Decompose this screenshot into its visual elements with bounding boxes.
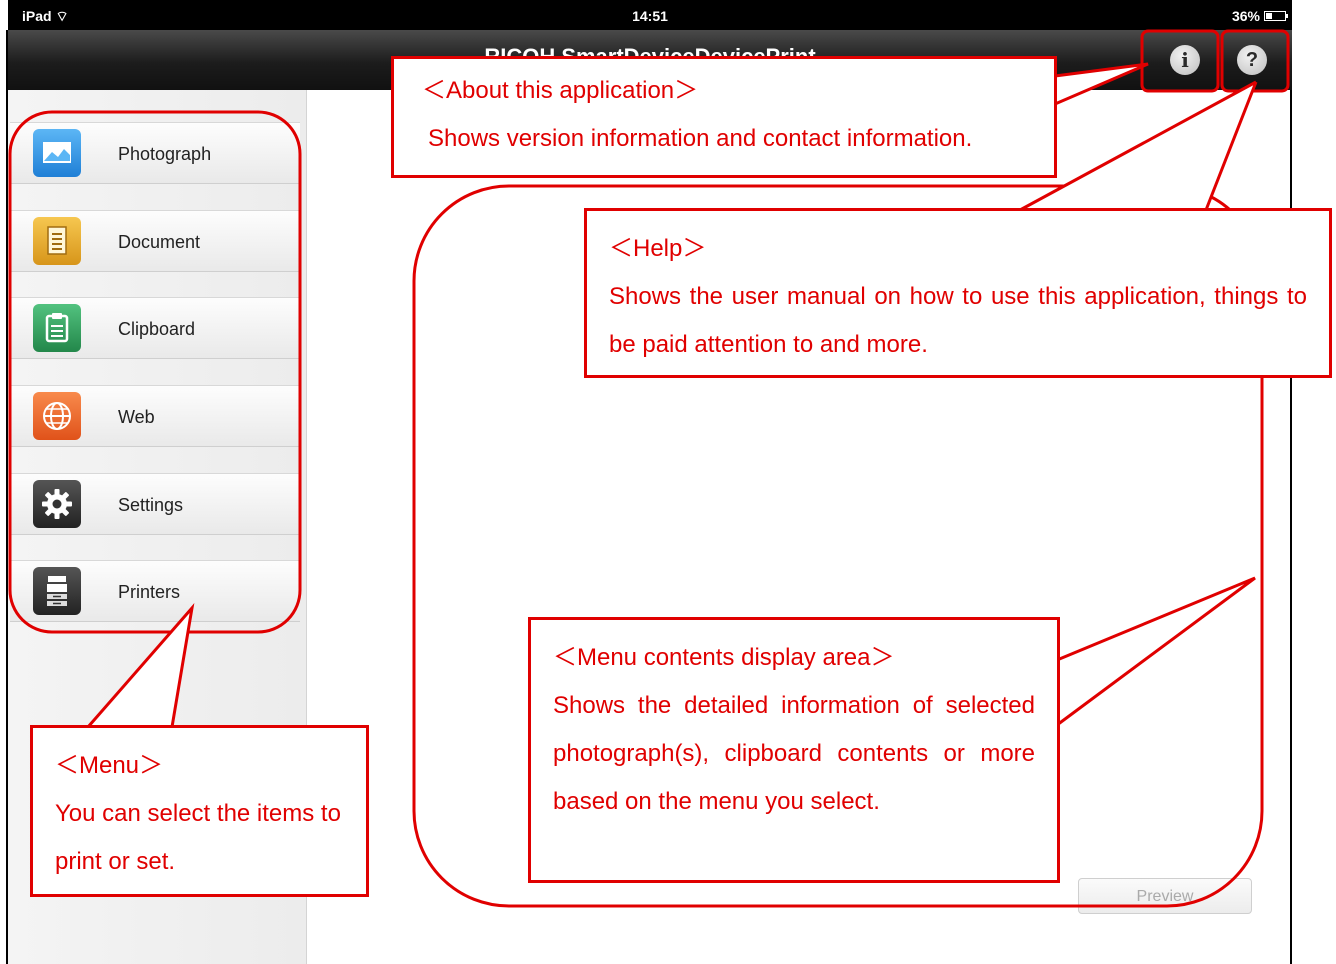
- callout-menu-title: ＜Menu＞: [55, 752, 164, 779]
- callout-help: ＜Help＞ Shows the user manual on how to u…: [584, 208, 1332, 378]
- callout-about-title: ＜About this application＞: [422, 77, 699, 104]
- callout-about-text: Shows version information and contact in…: [428, 125, 973, 152]
- callout-menu-text: You can select the items to print or set…: [55, 800, 341, 875]
- callout-help-title: ＜Help＞: [609, 235, 707, 262]
- callout-help-text: Shows the user manual on how to use this…: [609, 283, 1307, 358]
- callout-about: ＜About this application＞ Shows version i…: [391, 56, 1057, 178]
- menu-highlight-outline: [8, 110, 302, 634]
- callout-menu-contents: ＜Menu contents display area＞ Shows the d…: [528, 617, 1060, 883]
- callout-menu-contents-text: Shows the detailed information of select…: [553, 692, 1035, 815]
- info-button-highlight: [1140, 29, 1220, 93]
- callout-menu: ＜Menu＞ You can select the items to print…: [30, 725, 369, 897]
- callout-menu-contents-title: ＜Menu contents display area＞: [553, 644, 895, 671]
